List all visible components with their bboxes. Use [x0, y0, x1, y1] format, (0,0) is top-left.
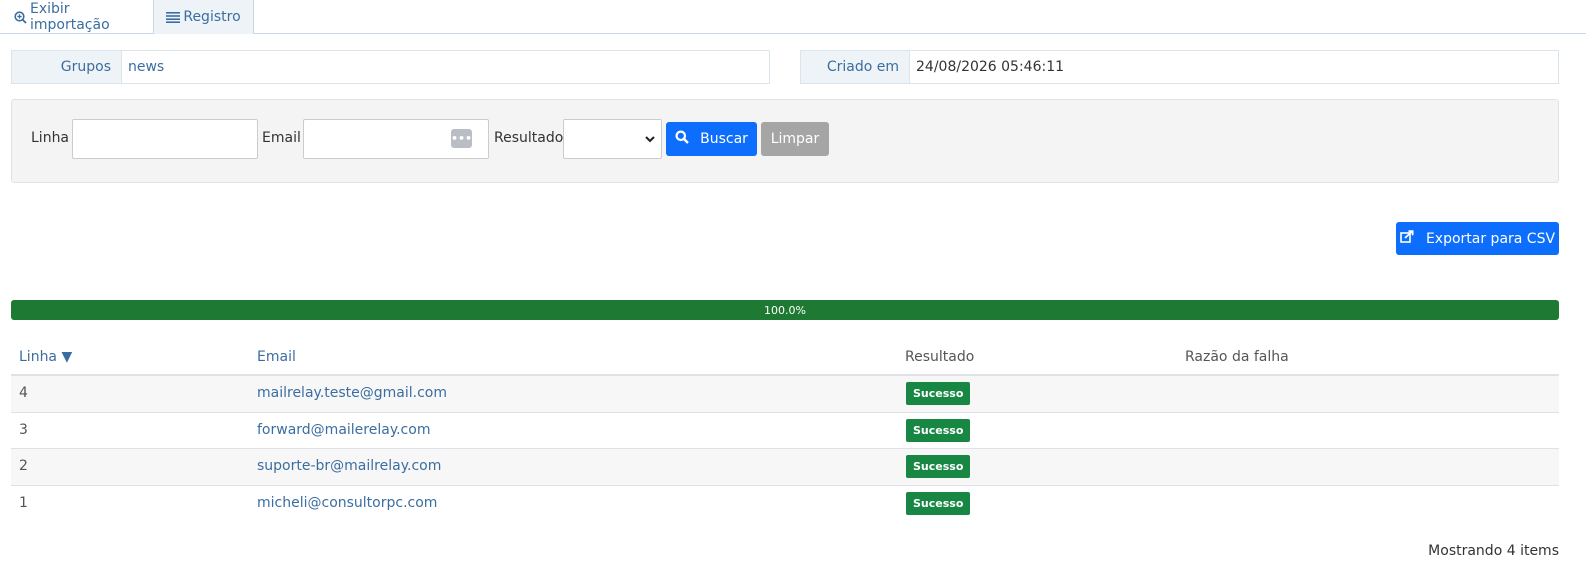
- groups-label: Grupos: [11, 50, 121, 84]
- result-filter-label: Resultado: [494, 130, 564, 146]
- import-progress-bar: 100.0%: [11, 300, 1559, 320]
- status-badge: Sucesso: [906, 491, 971, 515]
- created-value: 24/08/2026 05:46:11: [909, 50, 1559, 84]
- table-row: 3 forward@mailerelay.com Sucesso: [11, 413, 1559, 449]
- created-label: Criado em: [800, 50, 909, 84]
- export-icon: [1400, 230, 1414, 247]
- pagination-summary: Mostrando 4 items: [1428, 543, 1559, 559]
- row-email[interactable]: suporte-br@mailrelay.com: [257, 458, 441, 474]
- column-header-email[interactable]: Email: [257, 349, 296, 365]
- table-row: 4 mailrelay.teste@gmail.com Sucesso: [11, 376, 1559, 413]
- row-line: 4: [19, 385, 28, 401]
- email-filter-label: Email: [262, 130, 301, 146]
- table-row: 2 suporte-br@mailrelay.com Sucesso: [11, 449, 1559, 486]
- search-button-label: Buscar: [700, 131, 748, 147]
- clear-button[interactable]: Limpar: [761, 122, 829, 156]
- row-line: 3: [19, 421, 28, 438]
- export-csv-label: Exportar para CSV: [1425, 230, 1556, 247]
- groups-value: news: [121, 50, 770, 84]
- column-header-line[interactable]: Linha ▼: [19, 349, 72, 365]
- status-badge: Sucesso: [906, 382, 971, 405]
- table-row: 1 micheli@consultorpc.com Sucesso: [11, 486, 1559, 523]
- groups-info: Grupos news: [11, 50, 770, 84]
- row-email[interactable]: mailrelay.teste@gmail.com: [257, 385, 447, 401]
- results-table: Linha ▼ Email Resultado Razão da falha 4…: [11, 338, 1559, 522]
- line-filter-label: Linha: [31, 130, 70, 146]
- clear-button-label: Limpar: [770, 131, 820, 147]
- export-csv-button[interactable]: Exportar para CSV: [1396, 222, 1559, 255]
- tab-bar: Exibir importação Registro: [0, 0, 1586, 34]
- email-filter-input[interactable]: •••: [303, 119, 489, 159]
- table-header: Linha ▼ Email Resultado Razão da falha: [11, 338, 1559, 376]
- row-email[interactable]: micheli@consultorpc.com: [257, 495, 437, 511]
- tab-label: Exibir importação: [30, 1, 110, 33]
- search-icon: [675, 130, 689, 148]
- row-email[interactable]: forward@mailerelay.com: [257, 422, 430, 438]
- chevron-down-icon: [644, 131, 656, 151]
- tab-exibir-importacao[interactable]: Exibir importação: [0, 0, 153, 34]
- status-badge: Sucesso: [906, 455, 971, 478]
- filter-form: Linha Email ••• Resultado Buscar Limpar: [11, 99, 1559, 183]
- search-button[interactable]: Buscar: [666, 122, 757, 156]
- search-plus-icon: [14, 10, 27, 24]
- status-badge: Sucesso: [906, 418, 971, 442]
- created-info: Criado em 24/08/2026 05:46:11: [800, 50, 1559, 84]
- column-header-failure-reason: Razão da falha: [1185, 349, 1289, 365]
- tab-registro[interactable]: Registro: [153, 0, 254, 34]
- list-icon: [166, 11, 181, 23]
- tab-label: Registro: [183, 9, 241, 25]
- line-filter-input[interactable]: [72, 119, 258, 159]
- more-icon[interactable]: •••: [451, 129, 472, 148]
- result-filter-select[interactable]: [563, 119, 662, 159]
- progress-text: 100.0%: [764, 303, 806, 317]
- row-line: 1: [19, 494, 28, 511]
- column-header-result: Resultado: [905, 349, 975, 365]
- row-line: 2: [19, 458, 28, 474]
